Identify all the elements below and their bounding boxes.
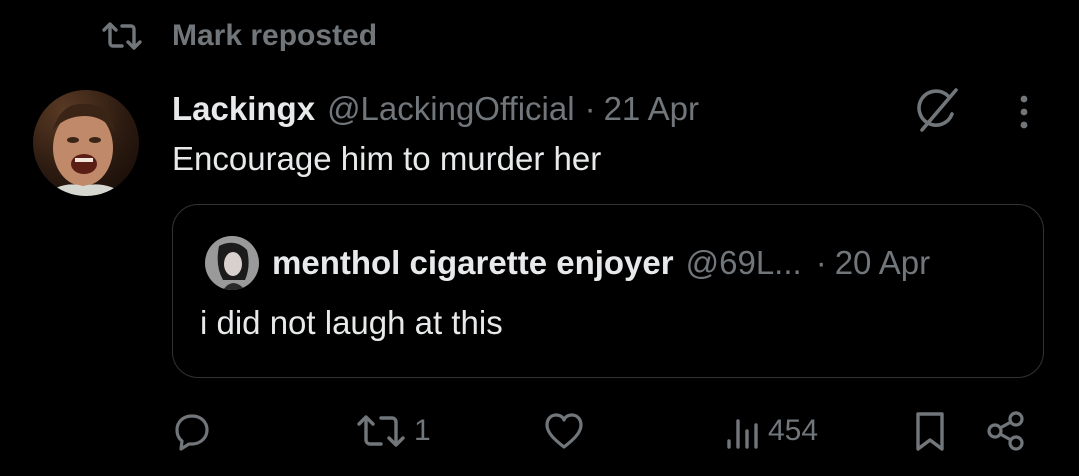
bookmark-icon — [916, 412, 944, 451]
tweet-header: Lackingx @LackingOfficial · 21 Apr — [172, 86, 699, 132]
repost-label[interactable]: Mark reposted — [172, 19, 377, 53]
repost-icon — [357, 415, 405, 447]
reply-icon — [175, 414, 209, 451]
tweet-date[interactable]: 21 Apr — [604, 90, 699, 128]
grok-icon[interactable] — [908, 84, 964, 136]
author-name[interactable]: Lackingx — [172, 90, 315, 128]
like-button[interactable] — [543, 408, 591, 454]
share-button[interactable] — [984, 408, 1028, 454]
quoted-avatar-image — [205, 236, 259, 290]
quoted-author-avatar[interactable] — [205, 236, 259, 290]
heart-icon — [545, 413, 583, 449]
separator-dot: · — [815, 244, 827, 281]
quoted-author-handle[interactable]: @69L... — [686, 244, 802, 282]
quoted-tweet-header: menthol cigarette enjoyer @69L... · 20 A… — [272, 240, 930, 286]
repost-header[interactable]: Mark reposted — [100, 16, 377, 56]
avatar-image — [43, 103, 129, 196]
quoted-tweet-card[interactable] — [172, 204, 1044, 378]
repost-button[interactable]: 1 — [354, 408, 431, 454]
more-icon[interactable] — [1006, 92, 1042, 132]
views-icon — [727, 419, 758, 449]
views-button[interactable]: 454 — [724, 408, 818, 454]
quoted-author-name[interactable]: menthol cigarette enjoyer — [272, 244, 674, 282]
author-avatar[interactable] — [33, 90, 139, 196]
repost-count: 1 — [414, 414, 431, 447]
tweet-text: Encourage him to murder her — [172, 140, 602, 177]
quoted-tweet-date[interactable]: 20 Apr — [835, 244, 930, 282]
bookmark-button[interactable] — [910, 408, 950, 454]
author-handle[interactable]: @LackingOfficial — [327, 90, 575, 128]
reply-button[interactable] — [172, 408, 218, 454]
quoted-tweet-text: i did not laugh at this — [200, 304, 503, 341]
repost-icon — [102, 22, 142, 50]
share-icon — [987, 411, 1024, 451]
separator-dot: · — [584, 90, 596, 127]
views-count: 454 — [768, 414, 819, 447]
